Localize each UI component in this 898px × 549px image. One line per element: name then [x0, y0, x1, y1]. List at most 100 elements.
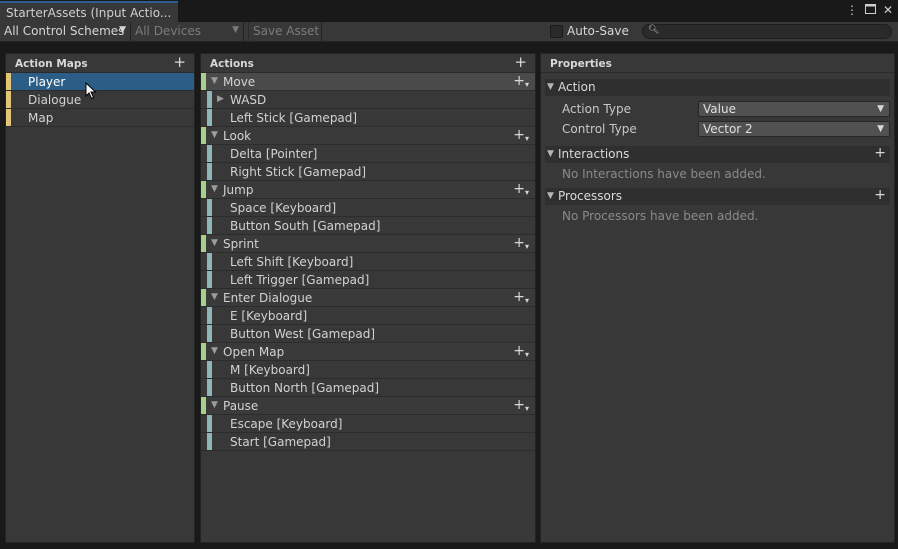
properties-header: Properties: [541, 54, 894, 73]
binding-color-bar: [207, 253, 212, 270]
action-section-header[interactable]: ▼ Action: [545, 79, 890, 96]
binding-item[interactable]: E [Keyboard]: [201, 307, 535, 325]
action-type-label: Action Type: [562, 102, 631, 116]
action-item[interactable]: ▼ Sprint +▾: [201, 235, 535, 253]
control-scheme-dropdown[interactable]: All Control Schemes ▼: [0, 22, 131, 42]
binding-item[interactable]: Start [Gamepad]: [201, 433, 535, 451]
binding-color-bar: [207, 109, 212, 126]
binding-label: Left Stick [Gamepad]: [230, 111, 358, 125]
action-color-bar: [201, 73, 206, 90]
action-color-bar: [201, 343, 206, 360]
action-maps-title: Action Maps: [15, 58, 88, 70]
foldout-open-icon[interactable]: ▼: [211, 292, 218, 302]
binding-item[interactable]: Button North [Gamepad]: [201, 379, 535, 397]
foldout-open-icon[interactable]: ▼: [211, 400, 218, 410]
mouse-cursor-icon: [85, 82, 97, 100]
add-binding-button[interactable]: +▾: [513, 397, 529, 413]
foldout-open-icon[interactable]: ▼: [211, 346, 218, 356]
action-map-color-bar: [6, 73, 11, 90]
binding-color-bar: [207, 199, 212, 216]
action-color-bar: [201, 289, 206, 306]
devices-label: All Devices: [135, 24, 201, 38]
binding-color-bar: [207, 163, 212, 180]
action-item[interactable]: ▼ Enter Dialogue +▾: [201, 289, 535, 307]
binding-color-bar: [207, 145, 212, 162]
action-map-item[interactable]: Map: [6, 109, 194, 127]
foldout-open-icon[interactable]: ▼: [211, 130, 218, 140]
binding-label: Start [Gamepad]: [230, 435, 331, 449]
action-item[interactable]: ▼ Pause +▾: [201, 397, 535, 415]
add-binding-button[interactable]: +▾: [513, 73, 529, 89]
add-binding-button[interactable]: +▾: [513, 289, 529, 305]
processors-empty: No Processors have been added.: [545, 205, 890, 229]
action-item[interactable]: ▼ Open Map +▾: [201, 343, 535, 361]
foldout-open-icon[interactable]: ▼: [211, 238, 218, 248]
action-map-item[interactable]: Dialogue: [6, 91, 194, 109]
action-item[interactable]: ▼ Jump +▾: [201, 181, 535, 199]
add-binding-button[interactable]: +▾: [513, 343, 529, 359]
action-type-field: Action Type Value ▼: [545, 99, 890, 119]
add-binding-button[interactable]: +▾: [513, 127, 529, 143]
binding-item[interactable]: M [Keyboard]: [201, 361, 535, 379]
add-binding-button[interactable]: +▾: [513, 181, 529, 197]
action-color-bar: [201, 181, 206, 198]
action-type-dropdown[interactable]: Value ▼: [698, 101, 890, 117]
control-scheme-label: All Control Schemes: [4, 24, 125, 38]
close-icon[interactable]: ✕: [882, 3, 894, 17]
binding-color-bar: [207, 307, 212, 324]
binding-item[interactable]: Escape [Keyboard]: [201, 415, 535, 433]
devices-dropdown[interactable]: All Devices ▼: [131, 22, 244, 42]
binding-label: WASD: [230, 93, 267, 107]
action-label: Open Map: [223, 345, 285, 359]
maximize-icon[interactable]: [864, 3, 876, 17]
foldout-open-icon[interactable]: ▼: [211, 184, 218, 194]
add-interaction-button[interactable]: +: [874, 145, 886, 161]
foldout-closed-icon[interactable]: ▶: [217, 94, 224, 104]
binding-item[interactable]: Left Trigger [Gamepad]: [201, 271, 535, 289]
action-map-label: Player: [28, 75, 66, 89]
add-action-button[interactable]: +: [514, 53, 527, 71]
foldout-open-icon: ▼: [547, 82, 554, 92]
action-map-item[interactable]: Player: [6, 73, 194, 91]
binding-item[interactable]: Left Shift [Keyboard]: [201, 253, 535, 271]
toolbar: All Control Schemes ▼ All Devices ▼ Save…: [0, 22, 898, 42]
properties-title: Properties: [550, 58, 612, 70]
control-type-dropdown[interactable]: Vector 2 ▼: [698, 121, 890, 137]
action-maps-header: Action Maps +: [6, 53, 194, 73]
auto-save-checkbox[interactable]: [550, 24, 563, 38]
binding-color-bar: [207, 433, 212, 450]
action-item[interactable]: ▼ Move +▾: [201, 73, 535, 91]
binding-item[interactable]: Left Stick [Gamepad]: [201, 109, 535, 127]
binding-label: Delta [Pointer]: [230, 147, 318, 161]
action-item[interactable]: ▼ Look +▾: [201, 127, 535, 145]
binding-item[interactable]: Right Stick [Gamepad]: [201, 163, 535, 181]
save-asset-button[interactable]: Save Asset: [248, 22, 322, 42]
binding-item[interactable]: Delta [Pointer]: [201, 145, 535, 163]
control-type-label: Control Type: [562, 122, 637, 136]
add-binding-button[interactable]: +▾: [513, 235, 529, 251]
binding-color-bar: [207, 361, 212, 378]
foldout-open-icon[interactable]: ▼: [211, 76, 218, 86]
window-controls: ⋮ ✕: [846, 3, 894, 17]
binding-item[interactable]: Button South [Gamepad]: [201, 217, 535, 235]
action-color-bar: [201, 235, 206, 252]
search-input[interactable]: [659, 25, 887, 38]
binding-label: Left Shift [Keyboard]: [230, 255, 354, 269]
actions-list: ▼ Move +▾ ▶ WASD Left Stick [Gamepad] ▼ Look +▾ D…: [201, 73, 535, 451]
control-type-value: Vector 2: [703, 122, 753, 136]
composite-binding-item[interactable]: ▶ WASD: [201, 91, 535, 109]
binding-item[interactable]: Space [Keyboard]: [201, 199, 535, 217]
action-label: Look: [223, 129, 252, 143]
add-action-map-button[interactable]: +: [173, 53, 186, 71]
action-map-color-bar: [6, 109, 11, 126]
processors-section-header[interactable]: ▼ Processors +: [545, 187, 890, 205]
foldout-open-icon: ▼: [547, 149, 554, 159]
add-processor-button[interactable]: +: [874, 187, 886, 203]
action-maps-list: Player Dialogue Map: [6, 73, 194, 127]
interactions-section-header[interactable]: ▼ Interactions +: [545, 145, 890, 163]
kebab-menu-icon[interactable]: ⋮: [846, 3, 858, 17]
binding-item[interactable]: Button West [Gamepad]: [201, 325, 535, 343]
search-field[interactable]: 🔍︎: [642, 24, 892, 39]
window-tab[interactable]: StarterAssets (Input Actio...: [0, 1, 178, 22]
auto-save-toggle[interactable]: Auto-Save: [550, 24, 629, 38]
